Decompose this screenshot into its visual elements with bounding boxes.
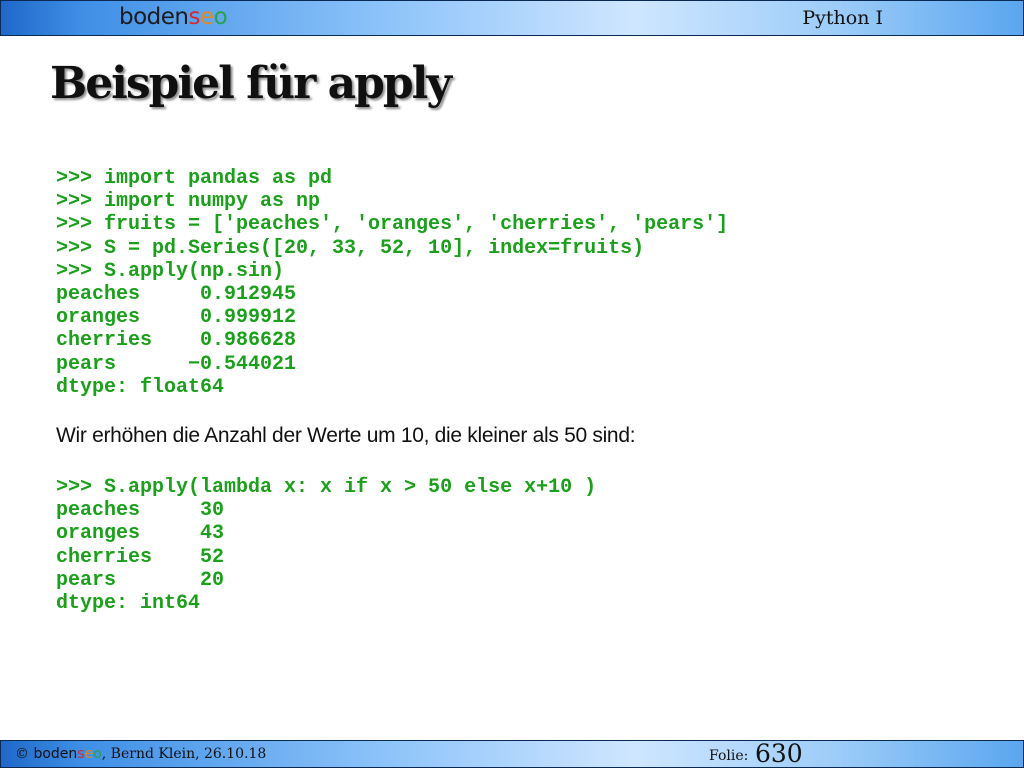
logo-letter-o: o: [213, 4, 228, 30]
author-date: , Bernd Klein, 26.10.18: [101, 746, 267, 762]
logo-text-boden: boden: [33, 746, 78, 762]
slide-title: Beispiel für apply: [50, 58, 452, 109]
code-line: >>> S.apply(lambda x: x if x > 50 else x…: [56, 476, 597, 499]
output-line: peaches 0.912945: [56, 283, 297, 307]
logo-letter-e: e: [199, 4, 214, 30]
output-line: peaches 30: [56, 499, 225, 523]
logo-letter-s: s: [188, 4, 201, 30]
code-line: >>> fruits = ['peaches', 'oranges', 'che…: [56, 213, 729, 237]
output-line: oranges 0.999912: [56, 306, 297, 330]
output-line: cherries 52: [56, 545, 225, 569]
logo-letter-o: o: [93, 746, 102, 762]
output-line: pears 20: [56, 568, 225, 592]
output-line: pears −0.544021: [56, 352, 297, 376]
code-block-apply-lambda: >>> S.apply(lambda x: x if x > 50 else x…: [56, 476, 596, 615]
output-line: oranges 43: [56, 522, 225, 546]
code-line: >>> import pandas as pd: [56, 167, 333, 190]
code-block-apply-sin: >>> import pandas as pd >>> import numpy…: [56, 167, 728, 399]
output-line: cherries 0.986628: [56, 329, 297, 353]
code-line: >>> S.apply(np.sin): [56, 259, 285, 283]
code-line: >>> S = pd.Series([20, 33, 52, 10], inde…: [56, 236, 645, 260]
logo-text-boden: boden: [119, 4, 189, 30]
logo-letter-s: s: [77, 746, 85, 762]
footer-credit: © bodenseo, Bernd Klein, 26.10.18: [15, 746, 266, 762]
code-line: >>> import numpy as np: [56, 190, 321, 214]
bodenseo-logo: bodenseo: [119, 4, 228, 30]
course-title: Python I: [802, 7, 883, 29]
slide-caption: Wir erhöhen die Anzahl der Werte um 10, …: [56, 424, 636, 447]
footer-bar: © bodenseo, Bernd Klein, 26.10.18 Folie:…: [0, 739, 1024, 768]
copyright-symbol: ©: [15, 746, 29, 762]
output-line: dtype: int64: [56, 592, 201, 616]
header-bar: bodenseo Python I: [0, 0, 1024, 36]
slide-number: 630: [755, 739, 803, 768]
footer-bodenseo-logo: bodenseo: [33, 746, 101, 762]
logo-letter-e: e: [84, 746, 94, 762]
output-line: dtype: float64: [56, 375, 225, 399]
folie-label: Folie:: [709, 748, 749, 764]
